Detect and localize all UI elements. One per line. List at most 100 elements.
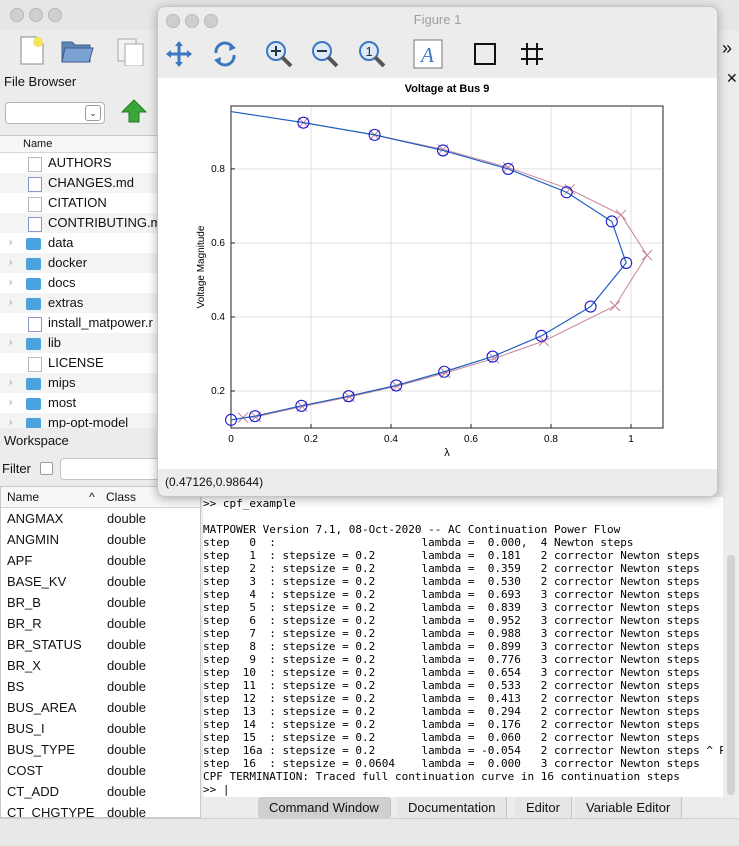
command-output-line: step 0 : lambda = 0.000, 4 Newton steps	[203, 536, 634, 549]
file-name: CHANGES.md	[48, 175, 134, 190]
workspace-row[interactable]: CT_CHGTYPE double	[1, 802, 200, 818]
file-list-item[interactable]: › mp-opt-model	[0, 413, 157, 428]
file-list-item[interactable]: › mips	[0, 373, 157, 393]
chart-title: Voltage at Bus 9	[405, 83, 490, 95]
expand-arrow-icon[interactable]: ›	[9, 273, 12, 293]
pan-icon[interactable]	[164, 39, 194, 69]
variable-class: double	[107, 637, 147, 652]
expand-arrow-icon[interactable]: ›	[9, 253, 12, 273]
file-list-item[interactable]: install_matpower.r	[0, 313, 157, 333]
command-output-line: step 5 : stepsize = 0.2 lambda = 0.839 3…	[203, 601, 700, 614]
file-list-item[interactable]: CHANGES.md	[0, 173, 157, 193]
file-list: Name AUTHORS CHANGES.md CITATION CONTRIBUTI…	[0, 135, 157, 428]
file-name: CITATION	[48, 195, 107, 210]
file-icon	[28, 217, 42, 232]
tab-documentation[interactable]: Documentation	[397, 797, 508, 818]
variable-class: double	[107, 595, 147, 610]
workspace-row[interactable]: ANGMIN double	[1, 529, 200, 550]
y-axis-label: Voltage Magnitude	[196, 225, 207, 308]
workspace-row[interactable]: ANGMAX double	[1, 508, 200, 529]
workspace-row[interactable]: BASE_KV double	[1, 571, 200, 592]
filter-checkbox[interactable]	[40, 462, 53, 475]
expand-arrow-icon[interactable]: ›	[9, 293, 12, 313]
tab-command-window[interactable]: Command Window	[258, 797, 391, 818]
col-name-header[interactable]: Name	[7, 490, 39, 504]
filter-input[interactable]	[60, 458, 162, 480]
open-folder-icon[interactable]	[60, 36, 94, 64]
file-list-item[interactable]: CONTRIBUTING.m	[0, 213, 157, 233]
file-list-item[interactable]: › lib	[0, 333, 157, 353]
variable-class: double	[107, 679, 147, 694]
file-name: most	[48, 395, 77, 410]
new-file-icon[interactable]	[18, 34, 46, 66]
insert-text-icon[interactable]: A	[413, 39, 443, 69]
rotate-icon[interactable]	[210, 39, 240, 69]
file-name: data	[48, 235, 74, 250]
variable-name: BR_STATUS	[7, 637, 82, 652]
plot-area[interactable]: 0 0.2 0.4 0.6 0.8 1 0.2 0.4 0.6 0.8 Voltage at Bus…	[158, 78, 717, 469]
axes-box-icon[interactable]	[470, 39, 500, 69]
expand-arrow-icon[interactable]: ›	[9, 233, 12, 253]
file-list-header[interactable]: Name	[0, 136, 157, 153]
up-directory-icon[interactable]	[120, 98, 148, 124]
file-name: mips	[48, 375, 76, 390]
file-list-item[interactable]: › docs	[0, 273, 157, 293]
voltage-chart[interactable]: 0 0.2 0.4 0.6 0.8 1 0.2 0.4 0.6 0.8 Voltage at Bus…	[158, 78, 717, 469]
variable-class: double	[107, 805, 147, 818]
tab-editor[interactable]: Editor	[515, 797, 572, 818]
file-list-item[interactable]: › extras	[0, 293, 157, 313]
zoom-in-icon[interactable]	[264, 39, 294, 69]
folder-icon	[26, 258, 41, 270]
workspace-row[interactable]: APF double	[1, 550, 200, 571]
file-list-item[interactable]: AUTHORS	[0, 153, 157, 173]
zoom-reset-icon[interactable]: 1	[357, 39, 387, 69]
command-output-line: step 10 : stepsize = 0.2 lambda = 0.654 …	[203, 666, 700, 679]
file-name: install_matpower.r	[48, 315, 153, 330]
close-window-button[interactable]	[10, 8, 24, 22]
workspace-row[interactable]: BUS_TYPE double	[1, 739, 200, 760]
command-output-line: step 14 : stepsize = 0.2 lambda = 0.176 …	[203, 718, 700, 731]
workspace-row[interactable]: CT_ADD double	[1, 781, 200, 802]
variable-class: double	[107, 700, 147, 715]
command-window[interactable]: >> cpf_example MATPOWER Version 7.1, 08-O…	[203, 497, 723, 797]
grid-icon[interactable]	[517, 39, 547, 69]
workspace-row[interactable]: COST double	[1, 760, 200, 781]
file-list-item[interactable]: › docker	[0, 253, 157, 273]
folder-icon	[26, 338, 41, 350]
file-list-item[interactable]: › most	[0, 393, 157, 413]
expand-arrow-icon[interactable]: ›	[9, 413, 12, 428]
variable-class: double	[107, 784, 147, 799]
workspace-row[interactable]: BR_STATUS double	[1, 634, 200, 655]
workspace-row[interactable]: BUS_AREA double	[1, 697, 200, 718]
command-output-line: step 16a : stepsize = 0.2 lambda = -0.05…	[203, 744, 723, 757]
workspace-row[interactable]: BR_X double	[1, 655, 200, 676]
minimize-window-button[interactable]	[29, 8, 43, 22]
x-tick-label: 1	[628, 434, 634, 445]
variable-class: double	[107, 616, 147, 631]
variable-name: COST	[7, 763, 44, 778]
command-scrollbar[interactable]	[727, 555, 735, 795]
expand-arrow-icon[interactable]: ›	[9, 393, 12, 413]
workspace-row[interactable]: BS double	[1, 676, 200, 697]
variable-name: BS	[7, 679, 25, 694]
svg-text:A: A	[419, 43, 434, 67]
tab-variable-editor[interactable]: Variable Editor	[575, 797, 683, 818]
command-output-line	[203, 510, 723, 523]
close-panel-icon[interactable]: ✕	[726, 70, 738, 87]
toolbar-overflow-icon[interactable]: »	[722, 38, 732, 59]
command-output-line: step 15 : stepsize = 0.2 lambda = 0.060 …	[203, 731, 700, 744]
zoom-out-icon[interactable]	[310, 39, 340, 69]
zoom-window-button[interactable]	[48, 8, 62, 22]
workspace-row[interactable]: BUS_I double	[1, 718, 200, 739]
expand-arrow-icon[interactable]: ›	[9, 373, 12, 393]
col-class-header[interactable]: Class	[106, 490, 136, 504]
expand-arrow-icon[interactable]: ›	[9, 333, 12, 353]
file-list-item[interactable]: › data	[0, 233, 157, 253]
workspace-row[interactable]: BR_B double	[1, 592, 200, 613]
path-dropdown[interactable]: ⌄	[5, 102, 105, 124]
figure-window[interactable]: Figure 1 1 A 0 0.2 0.4 0.6 0.8 1 0.2 0.4…	[157, 6, 718, 497]
workspace-row[interactable]: BR_R double	[1, 613, 200, 634]
file-list-item[interactable]: LICENSE	[0, 353, 157, 373]
copy-icon[interactable]	[115, 36, 151, 66]
file-list-item[interactable]: CITATION	[0, 193, 157, 213]
